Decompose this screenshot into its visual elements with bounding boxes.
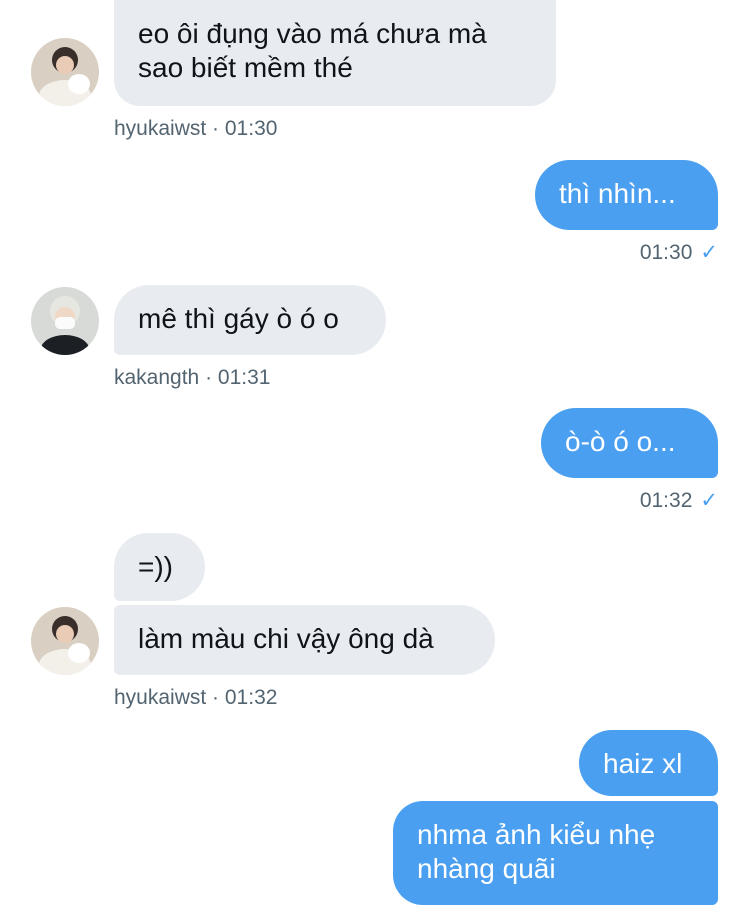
sender-name[interactable]: hyukaiwst bbox=[114, 117, 206, 140]
message-time: 01:32 bbox=[224, 686, 278, 709]
message-meta: 01:30 ✓ bbox=[640, 240, 718, 266]
checkmark-icon: ✓ bbox=[700, 241, 718, 264]
sender-name[interactable]: hyukaiwst bbox=[114, 686, 206, 709]
message-meta: kakangth · 01:31 bbox=[114, 365, 270, 391]
message-meta: 01:32 ✓ bbox=[640, 488, 718, 514]
avatar[interactable] bbox=[31, 287, 99, 355]
message-bubble[interactable]: =)) bbox=[114, 533, 205, 601]
message-time: 01:30 bbox=[639, 241, 693, 264]
message-bubble[interactable]: thì nhìn... bbox=[535, 160, 718, 230]
message-bubble[interactable]: eo ôi đụng vào má chưa mà sao biết mềm t… bbox=[114, 0, 556, 106]
message-bubble[interactable]: mê thì gáy ò ó o bbox=[114, 285, 386, 355]
sender-name[interactable]: kakangth bbox=[114, 366, 199, 389]
message-meta: hyukaiwst · 01:32 bbox=[114, 685, 277, 711]
avatar[interactable] bbox=[31, 607, 99, 675]
message-meta: hyukaiwst · 01:30 bbox=[114, 116, 277, 142]
message-bubble[interactable]: haiz xl bbox=[579, 730, 718, 796]
avatar-kakangth-icon bbox=[31, 287, 99, 355]
meta-separator: · bbox=[206, 117, 225, 140]
message-bubble[interactable]: làm màu chi vậy ông dà bbox=[114, 605, 495, 675]
message-bubble[interactable]: ò-ò ó o... bbox=[541, 408, 718, 478]
avatar-hyukaiwst-icon bbox=[31, 38, 99, 106]
message-bubble[interactable]: nhma ảnh kiểu nhẹ nhàng quãi bbox=[393, 801, 718, 905]
avatar[interactable] bbox=[31, 38, 99, 106]
message-time: 01:32 bbox=[639, 489, 693, 512]
message-time: 01:30 bbox=[224, 117, 278, 140]
avatar-hyukaiwst-icon bbox=[31, 607, 99, 675]
checkmark-icon: ✓ bbox=[700, 489, 718, 512]
meta-separator: · bbox=[206, 686, 225, 709]
meta-separator: · bbox=[199, 366, 218, 389]
message-time: 01:31 bbox=[217, 366, 271, 389]
